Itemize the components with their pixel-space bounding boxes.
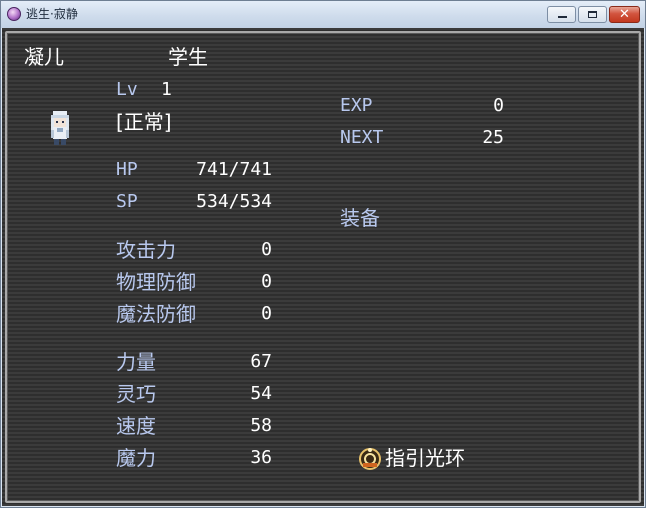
status-condition: [正常]: [116, 110, 172, 134]
agility-value: 58: [250, 415, 272, 436]
attack-label: 攻击力: [116, 238, 176, 262]
character-class: 学生: [168, 45, 208, 69]
next-label: NEXT: [340, 127, 384, 148]
close-icon: ✕: [619, 7, 630, 22]
sp-label: SP: [116, 191, 138, 212]
character-name: 凝儿: [24, 45, 64, 69]
physical-defense-label: 物理防御: [116, 270, 196, 294]
dexterity-label: 灵巧: [116, 382, 156, 406]
status-panel-border: [5, 31, 641, 503]
magic-power-value: 36: [250, 447, 272, 468]
magic-defense-label: 魔法防御: [116, 302, 196, 326]
agility-label: 速度: [116, 414, 156, 438]
close-button[interactable]: ✕: [609, 6, 640, 23]
magic-defense-value: 0: [261, 303, 272, 324]
exp-value: 0: [493, 95, 504, 116]
equipment-item-name: 指引光环: [385, 446, 465, 470]
equipment-label: 装备: [340, 206, 380, 230]
status-screen: 凝儿 学生 Lv 1 [正常] HP 741/741 SP 534/534 攻击…: [2, 28, 644, 506]
halo-ring-icon: [359, 448, 381, 470]
next-value: 25: [482, 127, 504, 148]
maximize-icon: [588, 11, 597, 18]
dexterity-value: 54: [250, 383, 272, 404]
maximize-button[interactable]: [578, 6, 607, 23]
window-title: 逃生·寂静: [26, 7, 78, 21]
attack-value: 0: [261, 239, 272, 260]
magic-power-label: 魔力: [116, 446, 156, 470]
title-bar[interactable]: 逃生·寂静 ✕: [1, 1, 645, 28]
physical-defense-value: 0: [261, 271, 272, 292]
hp-label: HP: [116, 159, 138, 180]
minimize-button[interactable]: [547, 6, 576, 23]
app-icon: [7, 7, 21, 21]
character-sprite: [51, 111, 69, 145]
strength-label: 力量: [116, 350, 156, 374]
sp-value: 534/534: [196, 191, 272, 212]
level-value: 1: [161, 79, 172, 100]
strength-value: 67: [250, 351, 272, 372]
level-label: Lv: [116, 79, 138, 100]
hp-value: 741/741: [196, 159, 272, 180]
exp-label: EXP: [340, 95, 373, 116]
game-window: 逃生·寂静 ✕ 凝儿 学生 Lv 1 [正常] HP 741/741 SP 53…: [0, 0, 646, 508]
minimize-icon: [558, 16, 567, 18]
